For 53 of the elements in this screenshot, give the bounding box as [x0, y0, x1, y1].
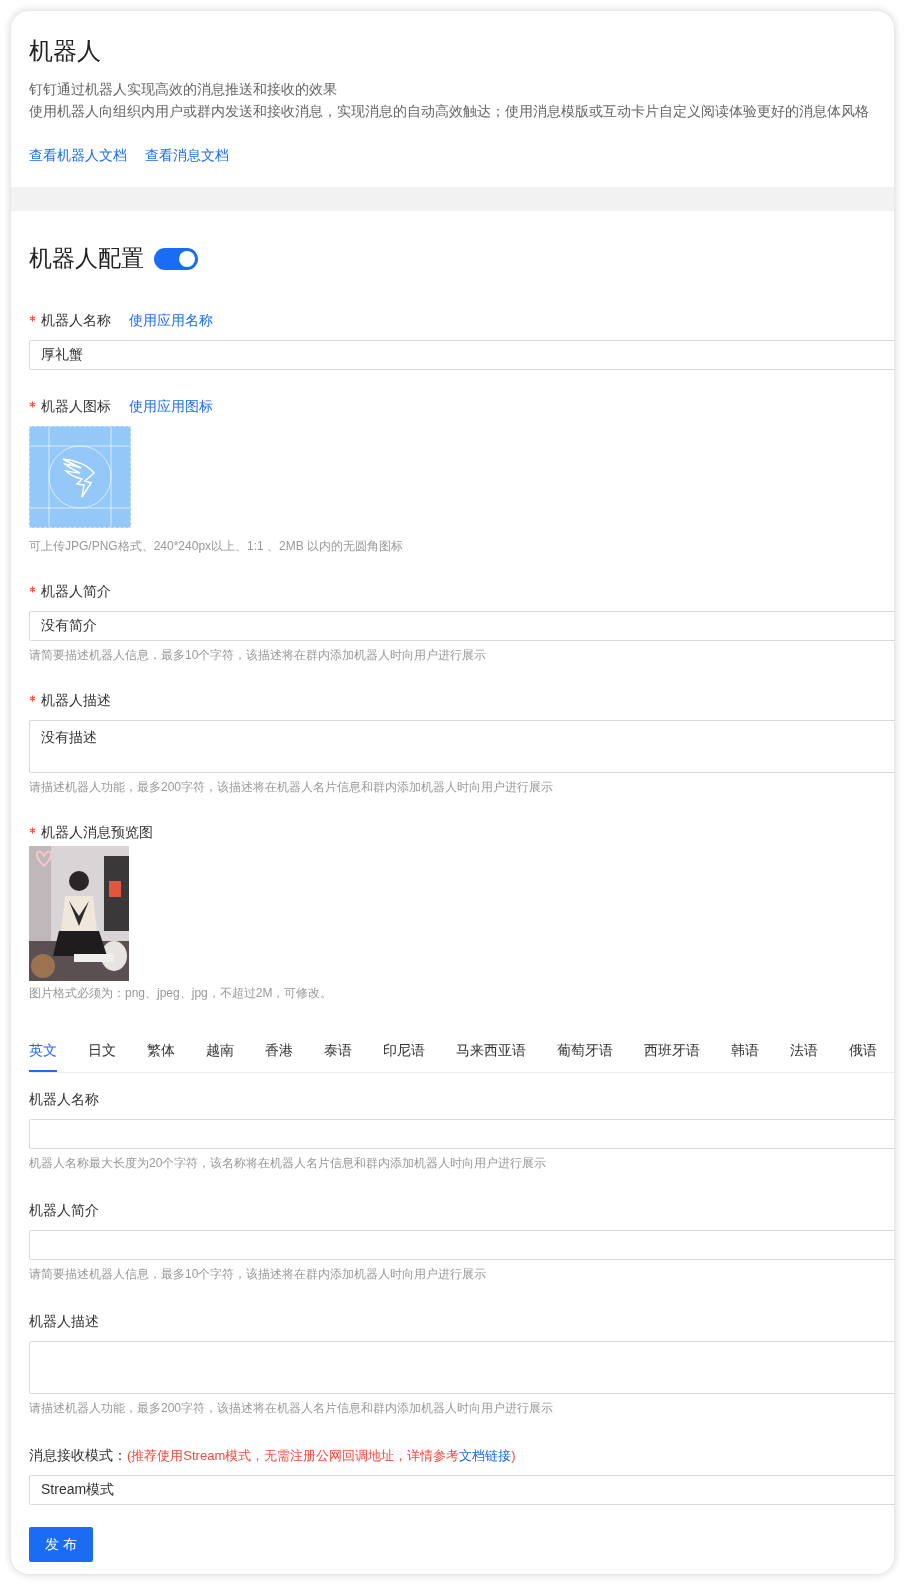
input-field[interactable]: Stream模式 [29, 1475, 894, 1505]
doc-link[interactable]: 查看机器人文档 [29, 147, 127, 165]
hint-text: 请简要描述机器人信息，最多10个字符，该描述将在群内添加机器人时向用户进行展示 [29, 1266, 488, 1283]
publish-button[interactable]: 发 布 [29, 1527, 93, 1562]
language-tab[interactable]: 英文 [29, 1042, 57, 1072]
doc-link[interactable]: 文档链接 [459, 1448, 512, 1463]
hint-text: 机器人名称最大长度为20个字符，该名称将在机器人名片信息和群内添加机器人时向用户进行展示 [29, 1155, 548, 1172]
field-value: 没有简介 [41, 617, 97, 635]
section-title: 机器人配置 [29, 244, 144, 273]
hint-text: 请简要描述机器人信息，最多10个字符，该描述将在群内添加机器人时向用户进行展示 [29, 647, 488, 664]
language-tab[interactable]: 俄语 [849, 1042, 877, 1072]
language-tab[interactable]: 越南 [206, 1042, 234, 1072]
input-field[interactable]: 厚礼蟹 [29, 340, 894, 370]
language-tab[interactable]: 法语 [790, 1042, 818, 1072]
language-tab[interactable]: 香港 [265, 1042, 293, 1072]
language-tab[interactable]: 繁体 [147, 1042, 175, 1072]
language-tab[interactable]: 泰语 [324, 1042, 352, 1072]
field-value: 没有描述 [41, 729, 97, 747]
field-value: Stream模式 [41, 1481, 115, 1499]
hint-text: 请描述机器人功能，最多200字符，该描述将在机器人名片信息和群内添加机器人时向用户进行展示 [29, 779, 555, 796]
language-tab[interactable]: 日文 [88, 1042, 116, 1072]
toggle-switch[interactable] [154, 247, 198, 270]
field-label: 机器人简介 [41, 583, 111, 601]
field-label: 机器人描述 [41, 692, 111, 710]
field-label: 机器人图标 [41, 398, 111, 416]
language-tab[interactable]: 马来西亚语 [456, 1042, 526, 1072]
field-label: 机器人消息预览图 [41, 824, 153, 842]
field-value: 厚礼蟹 [41, 346, 83, 364]
action-link[interactable]: 使用应用图标 [129, 398, 213, 416]
doc-link[interactable]: 查看消息文档 [145, 147, 229, 165]
field-label: 消息接收模式： [29, 1447, 127, 1465]
description-text: 钉钉通过机器人实现高效的消息推送和接收的效果 [29, 81, 338, 99]
language-tab[interactable]: 印尼语 [383, 1042, 425, 1072]
hint-text: 可上传JPG/PNG格式、240*240px以上、1:1 、2MB 以内的无圆角图标 [29, 538, 405, 555]
hint-text: 图片格式必须为：png、jpeg、jpg，不超过2M，可修改。 [29, 985, 334, 1002]
note-text: (推荐使用Stream模式，无需注册公网回调地址，详情参考文档链接) [127, 1447, 516, 1465]
input-field[interactable] [29, 1119, 894, 1149]
field-label: 机器人简介 [29, 1202, 99, 1220]
language-tab[interactable]: 韩语 [731, 1042, 759, 1072]
text-area[interactable] [29, 1341, 894, 1394]
action-link[interactable]: 使用应用名称 [129, 312, 213, 330]
field-label: 机器人描述 [29, 1313, 99, 1331]
upload-icon-preview[interactable] [29, 426, 131, 528]
input-field[interactable]: 没有简介 [29, 611, 894, 641]
field-label: 机器人名称 [29, 1091, 99, 1109]
input-field[interactable] [29, 1230, 894, 1260]
page-title: 机器人 [29, 36, 102, 66]
field-label: 机器人名称 [41, 312, 111, 330]
language-tab[interactable]: 葡萄牙语 [557, 1042, 613, 1072]
language-tab[interactable]: 西班牙语 [644, 1042, 700, 1072]
hint-text: 请描述机器人功能，最多200字符，该描述将在机器人名片信息和群内添加机器人时向用户进行展示 [29, 1400, 555, 1417]
description-text: 使用机器人向组织内用户或群内发送和接收消息，实现消息的自动高效触达；使用消息模版或互动卡片自定义阅读体验更好的消息体风格 [29, 103, 870, 121]
text-area[interactable]: 没有描述 [29, 720, 894, 773]
